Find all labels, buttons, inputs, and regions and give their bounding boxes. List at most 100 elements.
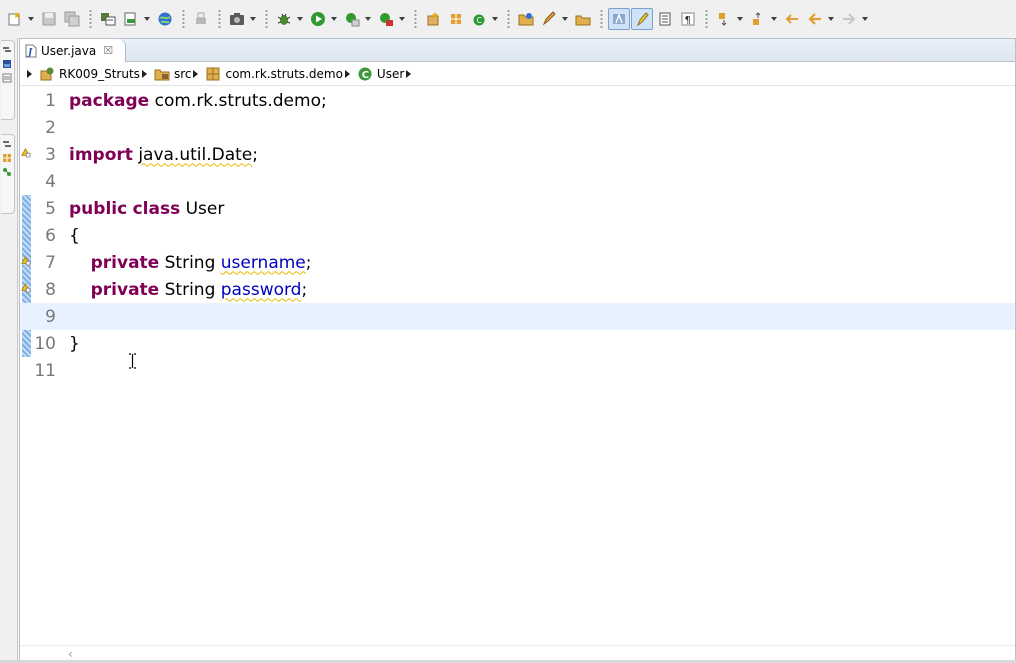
breadcrumb-label: com.rk.struts.demo — [225, 66, 343, 81]
chevron-down-icon[interactable] — [330, 8, 338, 30]
camera-button[interactable] — [226, 8, 248, 30]
pen-button[interactable] — [538, 8, 560, 30]
save-all-button[interactable] — [61, 8, 83, 30]
debug-button[interactable] — [273, 8, 295, 30]
code-area[interactable]: 1 package com.rk.struts.demo; 2 3 import jav… — [20, 87, 1015, 647]
code-line[interactable]: 2 — [20, 114, 1015, 141]
outline-icon[interactable] — [2, 73, 12, 83]
open-folder-button[interactable] — [515, 8, 537, 30]
chevron-down-icon[interactable] — [364, 8, 372, 30]
chevron-down-icon[interactable] — [249, 8, 257, 30]
chevron-down-icon[interactable] — [296, 8, 304, 30]
code-line[interactable]: 3 import java.util.Date; — [20, 141, 1015, 168]
toolbar-separator — [414, 9, 417, 29]
code-token: ; — [301, 279, 308, 300]
chevron-down-icon[interactable] — [143, 8, 151, 30]
open-folder-icon — [518, 13, 534, 26]
run-button[interactable] — [307, 8, 329, 30]
search-folder-button[interactable] — [572, 8, 594, 30]
code-token: String — [159, 252, 221, 273]
tab-user-java[interactable]: J User.java ☒ — [20, 39, 126, 62]
tree-view-icon[interactable] — [2, 167, 12, 177]
code-keyword: public — [69, 198, 128, 219]
navigator-icon[interactable] — [2, 59, 12, 69]
new-class-button[interactable] — [445, 8, 467, 30]
breadcrumb-item-user[interactable]: C User — [357, 66, 404, 82]
code-token: java.util.Date — [138, 144, 253, 165]
package-explorer-icon[interactable] — [2, 45, 12, 55]
search-folder-icon — [575, 15, 591, 26]
new-package-button[interactable] — [422, 8, 444, 30]
chevron-down-icon[interactable] — [770, 8, 778, 30]
show-whitespace-button[interactable]: ¶ — [677, 8, 699, 30]
open-type-button[interactable] — [97, 8, 119, 30]
svg-text:J: J — [26, 48, 33, 58]
code-line[interactable]: 4 — [20, 168, 1015, 195]
breadcrumb-arrow-icon[interactable] — [406, 69, 412, 78]
code-keyword: import — [69, 144, 133, 165]
forward-button[interactable] — [838, 8, 860, 30]
code-keyword: class — [132, 198, 181, 219]
editor-tab-bar: J User.java ☒ — [20, 39, 1015, 62]
forward-icon — [843, 13, 856, 25]
scroll-left-icon[interactable]: ‹ — [68, 647, 73, 661]
open-task-button[interactable] — [120, 8, 142, 30]
block-selection-button[interactable] — [654, 8, 676, 30]
code-text: } — [69, 334, 80, 354]
breadcrumb-arrow-icon[interactable] — [193, 69, 199, 78]
coverage-button[interactable] — [341, 8, 363, 30]
code-line[interactable]: 6{ — [20, 222, 1015, 249]
chevron-down-icon[interactable] — [736, 8, 744, 30]
toggle-mark-occurrences-icon — [613, 12, 625, 24]
new-refactor-button[interactable]: C — [468, 8, 490, 30]
highlight-icon — [636, 12, 649, 27]
breadcrumb-item-com-rk-struts-demo[interactable]: com.rk.struts.demo — [205, 66, 343, 82]
new-wizard-button[interactable] — [4, 8, 26, 30]
breadcrumb-arrow-icon[interactable] — [141, 69, 147, 78]
toolbar-separator — [182, 9, 185, 29]
code-line[interactable]: 10} — [20, 330, 1015, 357]
line-number: 11 — [34, 360, 56, 381]
chevron-down-icon[interactable] — [398, 8, 406, 30]
breadcrumb: RK009_Struts src com.rk.struts.demo C User — [20, 62, 1015, 86]
chevron-down-icon[interactable] — [861, 8, 869, 30]
previous-annotation-button[interactable] — [747, 8, 769, 30]
line-number: 6 — [45, 225, 56, 246]
globe-button[interactable] — [154, 8, 176, 30]
code-line[interactable]: 11 — [20, 357, 1015, 384]
class-icon: C — [358, 67, 372, 81]
svg-text:C: C — [477, 16, 483, 25]
code-keyword: private — [90, 279, 160, 300]
code-line[interactable]: 8 private String password; — [20, 276, 1015, 303]
breadcrumb-arrow-icon[interactable] — [344, 69, 350, 78]
breadcrumb-item-src[interactable]: src — [154, 66, 191, 82]
project-icon — [40, 67, 54, 80]
close-icon[interactable]: ☒ — [103, 44, 113, 57]
grid-view-icon[interactable] — [2, 153, 12, 163]
save-button[interactable] — [38, 8, 60, 30]
code-text: package com.rk.struts.demo; — [69, 91, 327, 111]
chevron-down-icon[interactable] — [561, 8, 569, 30]
chevron-down-icon[interactable] — [27, 8, 35, 30]
code-keyword: private — [90, 252, 160, 273]
chevron-down-icon[interactable] — [827, 8, 835, 30]
last-edit-button[interactable] — [781, 8, 803, 30]
breadcrumb-item-rk009-struts[interactable]: RK009_Struts — [39, 66, 140, 82]
code-line[interactable]: 5 public class User — [20, 195, 1015, 222]
toggle-mark-occurrences-button[interactable] — [608, 8, 630, 30]
breadcrumb-arrow-icon[interactable] — [27, 69, 32, 78]
code-line[interactable]: 7 private String username; — [20, 249, 1015, 276]
next-annotation-button[interactable] — [713, 8, 735, 30]
chevron-down-icon[interactable] — [491, 8, 499, 30]
highlight-button[interactable] — [631, 8, 653, 30]
horizontal-scrollbar[interactable]: ‹ — [20, 645, 1015, 661]
back-button[interactable] — [804, 8, 826, 30]
code-line[interactable]: 1 package com.rk.struts.demo; — [20, 87, 1015, 114]
line-number: 7 — [45, 252, 56, 273]
code-token: ; — [252, 144, 258, 165]
hierarchy-icon[interactable] — [2, 139, 12, 149]
print-button[interactable] — [190, 8, 212, 30]
external-tools-button[interactable] — [375, 8, 397, 30]
current-line[interactable]: 9 — [20, 303, 1015, 330]
